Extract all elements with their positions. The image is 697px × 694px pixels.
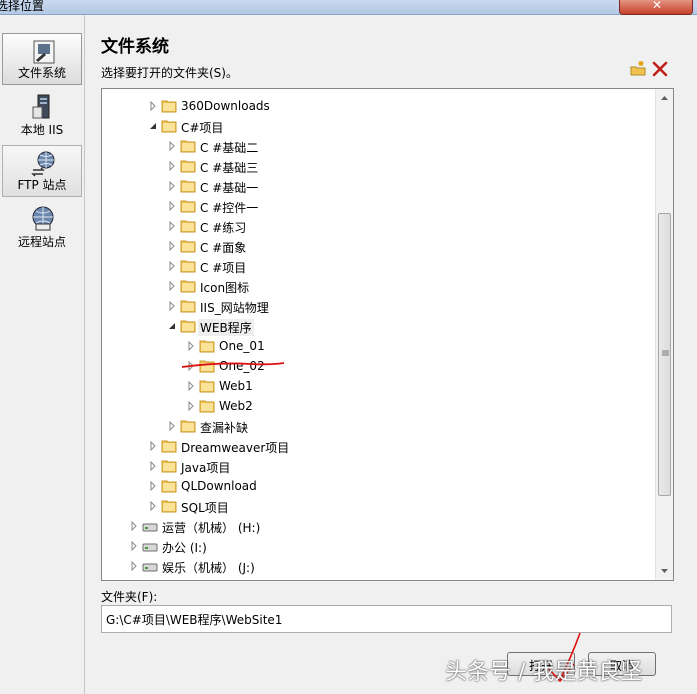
annotation-marks	[181, 362, 581, 683]
watermark: 头条号 / 我是黄良坚	[445, 660, 643, 685]
underline-annotation	[181, 362, 285, 368]
